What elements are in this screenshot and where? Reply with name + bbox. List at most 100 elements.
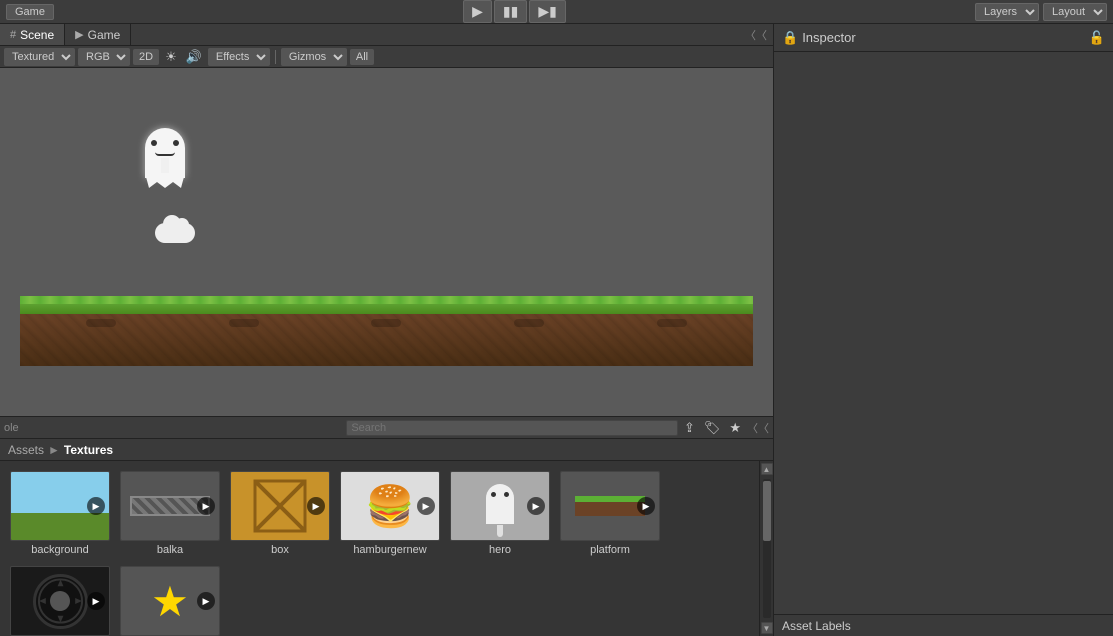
- ghost-drip: [161, 158, 169, 178]
- inspector-lock-btn[interactable]: 🔓: [1089, 30, 1105, 46]
- top-bar: Game ▶ ▮▮ ▶▮ Layers Layout: [0, 0, 1113, 24]
- asset-thumb-box: ▶: [230, 471, 330, 541]
- scene-icon: #: [10, 29, 16, 41]
- asset-thumb-hero: ▶: [450, 471, 550, 541]
- asset-breadcrumb: Assets ► Textures: [0, 439, 773, 461]
- list-item[interactable]: ▶ balka: [120, 471, 220, 556]
- play-overlay-box[interactable]: ▶: [307, 497, 325, 515]
- hero-mini-body: [486, 484, 514, 524]
- tab-scene[interactable]: # Scene: [0, 24, 65, 45]
- star-emoji: ★: [151, 577, 189, 626]
- asset-thumb-burger: 🍔 ▶: [340, 471, 440, 541]
- main-layout: # Scene ▶ Game 〈〈 Textured RGB 2D ☀ 🔊 Ef…: [0, 24, 1113, 636]
- play-overlay-star[interactable]: ▶: [197, 592, 215, 610]
- scroll-down-btn[interactable]: ▼: [761, 622, 773, 634]
- inspector-header: 🔒 Inspector 🔓: [774, 24, 1113, 52]
- tab-game[interactable]: ▶ Game: [65, 24, 131, 45]
- pause-button[interactable]: ▮▮: [494, 0, 527, 23]
- list-item[interactable]: ▶ background: [10, 471, 110, 556]
- breadcrumb-textures: Textures: [64, 443, 113, 457]
- ghost-eye-left: [151, 140, 157, 146]
- saw-svg: [36, 576, 85, 626]
- lock-icon: 🔒: [782, 30, 798, 46]
- layout-dropdown[interactable]: Layout: [1043, 3, 1107, 21]
- asset-label-background: background: [31, 544, 89, 556]
- play-overlay-saw[interactable]: ▶: [87, 592, 105, 610]
- top-bar-right: Layers Layout: [975, 3, 1107, 21]
- effects-select[interactable]: Effects: [208, 48, 270, 66]
- asset-tag-icon[interactable]: 🏷: [701, 420, 724, 436]
- play-overlay-balka[interactable]: ▶: [197, 497, 215, 515]
- left-panel: # Scene ▶ Game 〈〈 Textured RGB 2D ☀ 🔊 Ef…: [0, 24, 773, 636]
- scene-view[interactable]: [0, 68, 773, 416]
- console-label: ole: [4, 422, 19, 434]
- hero-mini-drip: [497, 525, 503, 537]
- list-item[interactable]: 🍔 ▶ hamburgernew: [340, 471, 440, 556]
- ghost-eye-right: [173, 140, 179, 146]
- asset-thumb-balka: ▶: [120, 471, 220, 541]
- list-item[interactable]: ▶ platform: [560, 471, 660, 556]
- breadcrumb-assets[interactable]: Assets: [8, 443, 44, 457]
- platform-mini: [575, 496, 645, 516]
- asset-thumb-platform: ▶: [560, 471, 660, 541]
- all-button[interactable]: All: [350, 49, 374, 65]
- toolbar-sep: [275, 50, 276, 64]
- box-svg: [250, 476, 310, 536]
- ghost-body: [145, 128, 185, 178]
- playback-controls: ▶ ▮▮ ▶▮: [463, 0, 566, 23]
- collapse-icon[interactable]: 〈〈: [745, 27, 773, 43]
- asset-upload-icon[interactable]: ⇪: [681, 420, 698, 436]
- asset-star-icon[interactable]: ★: [726, 420, 744, 436]
- inspector-title-label: Inspector: [802, 30, 855, 45]
- dirt-detail: [30, 319, 743, 327]
- layers-dropdown[interactable]: Layers: [975, 3, 1039, 21]
- rgb-select[interactable]: RGB: [78, 48, 130, 66]
- hero-mini-eye-right: [504, 492, 509, 497]
- scroll-thumb[interactable]: [763, 481, 771, 541]
- textured-select[interactable]: Textured: [4, 48, 75, 66]
- asset-label-hero: hero: [489, 544, 511, 556]
- scene-toolbar: Textured RGB 2D ☀ 🔊 Effects Gizmos All: [0, 46, 773, 68]
- asset-grid: ▶ background ▶ bal: [0, 461, 759, 636]
- 2d-button[interactable]: 2D: [133, 49, 159, 65]
- inspector-title: 🔒 Inspector: [782, 30, 856, 46]
- game-icon: ▶: [75, 28, 83, 41]
- scene-game-tabs: # Scene ▶ Game 〈〈: [0, 24, 773, 46]
- asset-grid-wrapper: ▶ background ▶ bal: [0, 461, 773, 636]
- gizmos-select[interactable]: Gizmos: [281, 48, 347, 66]
- play-overlay-platform[interactable]: ▶: [637, 497, 655, 515]
- asset-label-balka: balka: [157, 544, 183, 556]
- asset-label-burger: hamburgernew: [353, 544, 426, 556]
- play-overlay-background[interactable]: ▶: [87, 497, 105, 515]
- list-item[interactable]: ▶ hero: [450, 471, 550, 556]
- hero-mini-wrapper: [486, 484, 514, 529]
- game-button[interactable]: Game: [6, 4, 54, 20]
- list-item[interactable]: ▶ box: [230, 471, 330, 556]
- scroll-up-btn[interactable]: ▲: [761, 463, 773, 475]
- asset-search-input[interactable]: [346, 420, 678, 436]
- hero-mini-eye-left: [491, 492, 496, 497]
- cloud: [155, 223, 195, 243]
- asset-collapse-icon[interactable]: 〈〈: [747, 420, 769, 436]
- sun-icon[interactable]: ☀: [162, 49, 180, 65]
- top-bar-left: Game: [6, 4, 54, 20]
- scene-tab-label: Scene: [20, 28, 54, 42]
- list-item[interactable]: ▶ saw 1: [10, 566, 110, 636]
- breadcrumb-separator: ►: [48, 443, 60, 457]
- platform-grass: [20, 296, 753, 314]
- play-overlay-burger[interactable]: ▶: [417, 497, 435, 515]
- platform-dirt: [20, 314, 753, 366]
- asset-labels-section: Asset Labels: [774, 614, 1113, 636]
- play-overlay-hero[interactable]: ▶: [527, 497, 545, 515]
- audio-icon[interactable]: 🔊: [183, 49, 205, 65]
- step-button[interactable]: ▶▮: [529, 0, 565, 23]
- hero-ghost: [140, 128, 190, 198]
- asset-browser: ole ⇪ 🏷 ★ 〈〈 Assets ► Textures: [0, 416, 773, 636]
- right-panel: 🔒 Inspector 🔓 Asset Labels: [773, 24, 1113, 636]
- asset-scrollbar: ▲ ▼: [759, 461, 773, 636]
- asset-grid-scroll[interactable]: ▶ background ▶ bal: [0, 461, 759, 636]
- asset-thumb-background: ▶: [10, 471, 110, 541]
- list-item[interactable]: ★ ▶ star: [120, 566, 220, 636]
- play-button[interactable]: ▶: [463, 0, 492, 23]
- asset-browser-toolbar: ole ⇪ 🏷 ★ 〈〈: [0, 417, 773, 439]
